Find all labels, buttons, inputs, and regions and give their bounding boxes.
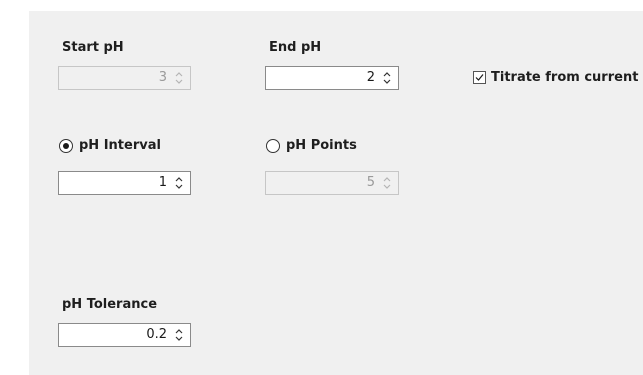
ph-tolerance-value: 0.2 <box>146 327 167 342</box>
ph-interval-value: 1 <box>158 175 167 190</box>
titrate-from-current-checkbox[interactable]: Titrate from current p <box>473 70 643 85</box>
ph-points-radio[interactable]: pH Points <box>266 138 357 153</box>
radio-selected-icon[interactable] <box>59 138 73 153</box>
start-ph-label: Start pH <box>62 40 124 55</box>
ph-points-spinbox[interactable]: 5 <box>265 171 399 195</box>
spin-arrows-icon[interactable] <box>173 174 185 192</box>
checkmark-icon[interactable] <box>473 71 486 84</box>
ph-tolerance-spinbox[interactable]: 0.2 <box>58 323 191 347</box>
ph-interval-label: pH Interval <box>79 138 161 153</box>
spin-arrows-icon[interactable] <box>173 326 185 344</box>
start-ph-spinbox[interactable]: 3 <box>58 66 191 90</box>
spin-arrows-icon[interactable] <box>381 174 393 192</box>
start-ph-value: 3 <box>158 70 167 85</box>
ph-points-value: 5 <box>366 175 375 190</box>
end-ph-label: End pH <box>269 40 322 55</box>
ph-points-label: pH Points <box>286 138 357 153</box>
radio-unselected-icon[interactable] <box>266 138 280 153</box>
titration-settings-panel: Start pH 3 End pH 2 Titrate from current… <box>29 11 643 375</box>
ph-interval-radio[interactable]: pH Interval <box>59 138 161 153</box>
ph-interval-spinbox[interactable]: 1 <box>58 171 191 195</box>
end-ph-value: 2 <box>366 70 375 85</box>
end-ph-spinbox[interactable]: 2 <box>265 66 399 90</box>
spin-arrows-icon[interactable] <box>381 69 393 87</box>
ph-tolerance-label: pH Tolerance <box>62 297 158 312</box>
titrate-from-current-label: Titrate from current p <box>491 70 643 85</box>
spin-arrows-icon[interactable] <box>173 69 185 87</box>
